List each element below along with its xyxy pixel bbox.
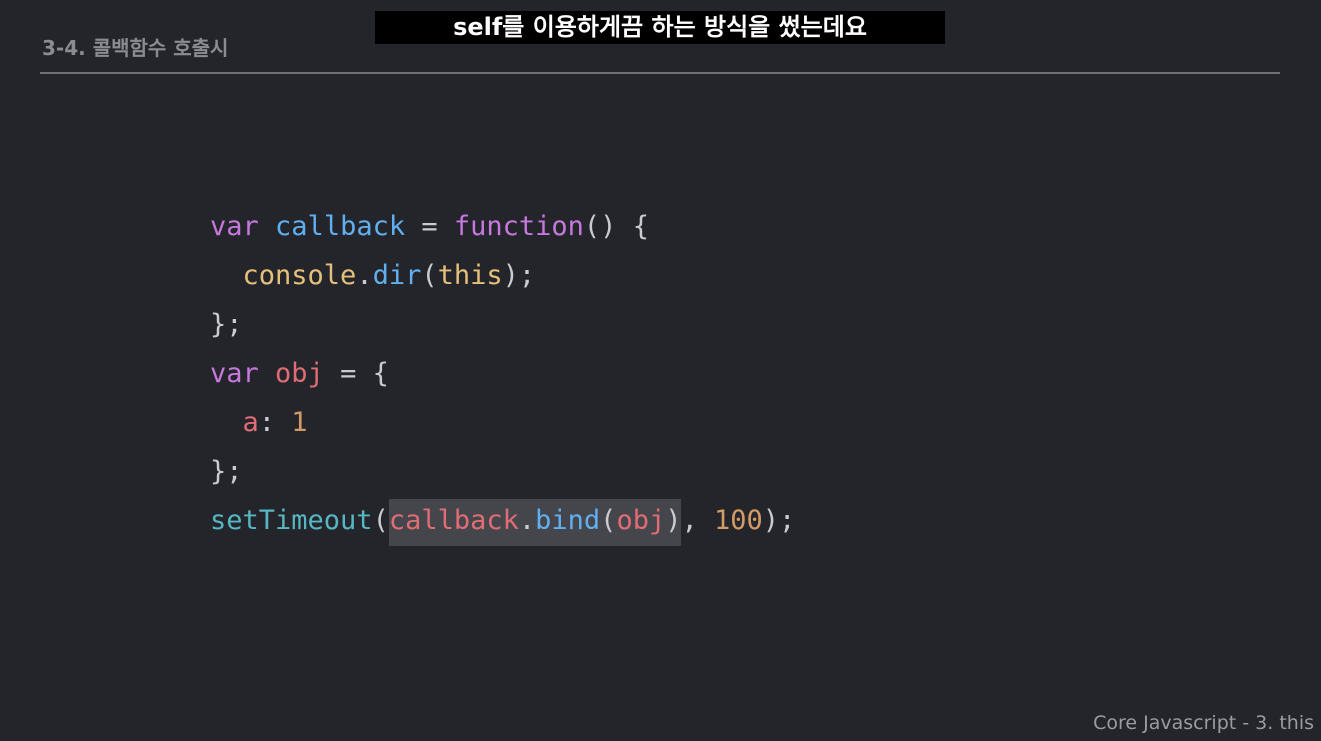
punctuation: }; [210, 309, 243, 340]
identifier-callback: callback [275, 211, 406, 242]
property-a: a [242, 407, 259, 438]
code-line-7: setTimeout(callback.bind(obj), 100); [210, 496, 796, 546]
keyword-function: function [453, 211, 584, 242]
punctuation-dot: . [356, 260, 373, 291]
function-settimeout: setTimeout [210, 505, 373, 536]
punctuation: : [258, 407, 292, 438]
title-divider [40, 72, 1280, 74]
punctuation: ( [600, 505, 617, 536]
section-title: 3-4. 콜백함수 호출시 [42, 36, 229, 60]
footer-label: Core Javascript - 3. this [1093, 712, 1314, 734]
identifier-obj: obj [275, 358, 324, 389]
code-line-6: }; [210, 447, 795, 496]
keyword-var: var [210, 358, 259, 389]
code-line-3: }; [210, 300, 795, 349]
code-line-2: console.dir(this); [210, 251, 795, 300]
method-dir: dir [372, 260, 422, 291]
punctuation: ); [762, 505, 796, 536]
keyword-this: this [437, 260, 503, 291]
highlighted-expression: callback.bind(obj) [388, 499, 682, 546]
punctuation: = { [323, 358, 389, 389]
punctuation: ) [665, 505, 682, 536]
punctuation: ); [502, 260, 536, 291]
punctuation: ( [372, 505, 389, 536]
number-literal: 1 [291, 407, 308, 438]
punctuation-dot: . [518, 505, 536, 536]
method-bind: bind [535, 505, 601, 536]
code-line-5: a: 1 [210, 398, 795, 447]
punctuation: () { [583, 211, 649, 242]
keyword-var: var [210, 211, 259, 242]
code-line-1: var callback = function() { [210, 202, 795, 251]
operator-assign: = [405, 211, 454, 242]
code-block: var callback = function() { console.dir(… [210, 202, 796, 546]
identifier-console: console [242, 260, 357, 291]
identifier-callback: callback [388, 505, 519, 536]
code-line-4: var obj = { [210, 349, 795, 398]
punctuation: ( [421, 260, 438, 291]
number-literal: 100 [714, 505, 763, 536]
punctuation: , [681, 505, 714, 536]
identifier-obj: obj [616, 505, 666, 536]
punctuation: }; [210, 456, 243, 487]
subtitle-caption: self를 이용하게끔 하는 방식을 썼는데요 [375, 11, 945, 44]
